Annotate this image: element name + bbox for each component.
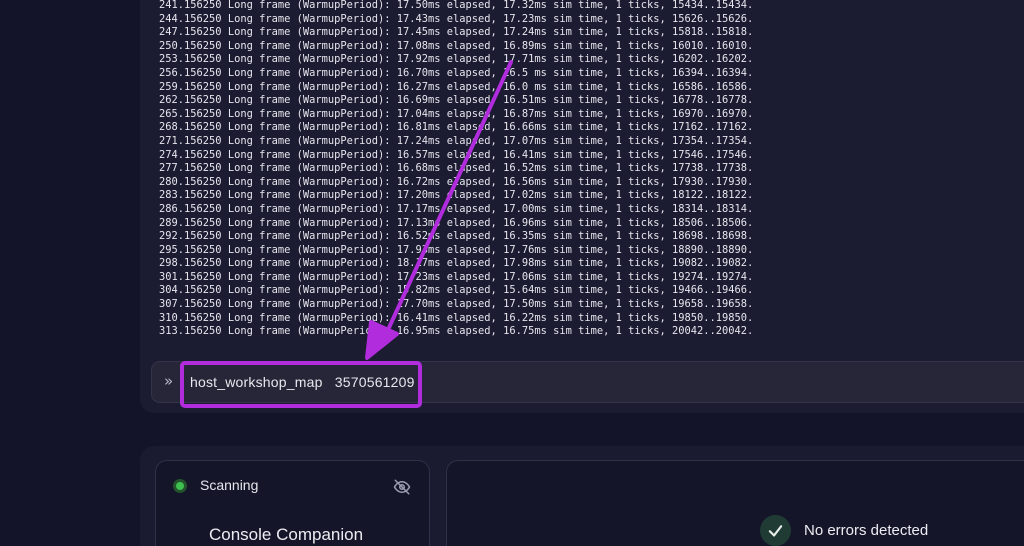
app-window: 241.156250 Long frame (WarmupPeriod): 17…	[0, 0, 1024, 546]
log-line: 247.156250 Long frame (WarmupPeriod): 17…	[159, 26, 754, 39]
log-line: 259.156250 Long frame (WarmupPeriod): 16…	[159, 80, 754, 93]
card-title: Console Companion	[209, 525, 364, 544]
log-line: 295.156250 Long frame (WarmupPeriod): 17…	[159, 243, 754, 256]
log-line: 268.156250 Long frame (WarmupPeriod): 16…	[159, 121, 754, 134]
log-line: 250.156250 Long frame (WarmupPeriod): 17…	[159, 39, 754, 52]
log-line: 310.156250 Long frame (WarmupPeriod): 16…	[159, 311, 754, 324]
command-input[interactable]	[190, 372, 415, 392]
log-line: 283.156250 Long frame (WarmupPeriod): 17…	[159, 189, 754, 202]
log-line: 271.156250 Long frame (WarmupPeriod): 17…	[159, 134, 754, 147]
log-line: 304.156250 Long frame (WarmupPeriod): 15…	[159, 284, 754, 297]
log-line: 292.156250 Long frame (WarmupPeriod): 16…	[159, 230, 754, 243]
log-line: 253.156250 Long frame (WarmupPeriod): 17…	[159, 53, 754, 66]
log-line: 286.156250 Long frame (WarmupPeriod): 17…	[159, 202, 754, 215]
log-line: 244.156250 Long frame (WarmupPeriod): 17…	[159, 12, 754, 25]
eye-off-icon[interactable]	[393, 478, 411, 496]
log-line: 301.156250 Long frame (WarmupPeriod): 17…	[159, 270, 754, 283]
log-line: 265.156250 Long frame (WarmupPeriod): 17…	[159, 107, 754, 120]
log-line: 298.156250 Long frame (WarmupPeriod): 18…	[159, 257, 754, 270]
log-line: 277.156250 Long frame (WarmupPeriod): 16…	[159, 162, 754, 175]
log-line: 307.156250 Long frame (WarmupPeriod): 17…	[159, 298, 754, 311]
log-line: 280.156250 Long frame (WarmupPeriod): 16…	[159, 175, 754, 188]
results-label: No errors detected	[804, 522, 929, 539]
console-log: 241.156250 Long frame (WarmupPeriod): 17…	[159, 0, 753, 339]
check-icon	[760, 515, 791, 546]
log-line: 274.156250 Long frame (WarmupPeriod): 16…	[159, 148, 754, 161]
log-line: 241.156250 Long frame (WarmupPeriod): 17…	[159, 0, 754, 11]
log-line: 313.156250 Long frame (WarmupPeriod): 16…	[159, 325, 754, 338]
log-line: 256.156250 Long frame (WarmupPeriod): 16…	[159, 66, 754, 79]
status-label: Scanning	[200, 477, 259, 493]
results-card	[446, 460, 1024, 546]
prompt-chevron-icon: »	[164, 372, 174, 390]
log-line: 262.156250 Long frame (WarmupPeriod): 16…	[159, 94, 754, 107]
status-indicator	[173, 479, 187, 493]
log-line: 289.156250 Long frame (WarmupPeriod): 17…	[159, 216, 754, 229]
